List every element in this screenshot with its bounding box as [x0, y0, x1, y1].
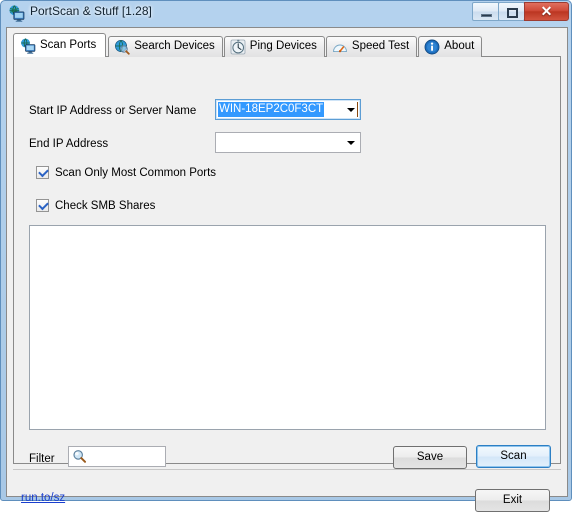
tab-search-devices[interactable]: Search Devices [108, 36, 223, 57]
end-ip-dropdown-button[interactable] [343, 133, 360, 152]
start-ip-combobox[interactable]: WIN-18EP2C0F3CT [215, 99, 361, 120]
chevron-down-icon [347, 108, 355, 112]
title-bar[interactable]: PortScan & Stuff [1.28] ✕ [1, 1, 572, 25]
save-button[interactable]: Save [393, 446, 467, 469]
tab-scan-ports[interactable]: Scan Ports [13, 33, 107, 57]
minimize-button[interactable] [472, 2, 499, 21]
restore-button[interactable] [498, 2, 525, 21]
close-icon: ✕ [540, 3, 553, 19]
checkbox-label: Scan Only Most Common Ports [55, 166, 217, 179]
info-circle-icon [424, 39, 440, 55]
restore-icon [507, 8, 518, 18]
search-icon [73, 450, 87, 463]
tab-page-scan-ports: Start IP Address or Server Name WIN-18EP… [13, 56, 561, 469]
checkbox-box[interactable] [36, 166, 49, 179]
chevron-down-icon [347, 141, 355, 145]
start-ip-dropdown-button[interactable] [343, 100, 360, 119]
checkbox-box[interactable] [36, 199, 49, 212]
filter-input[interactable] [68, 446, 166, 467]
tab-about[interactable]: About [418, 36, 483, 57]
tab-label: About [444, 40, 475, 53]
tab-strip: Scan Ports Search Devices Ping Devices S… [13, 33, 483, 57]
tab-label: Search Devices [134, 40, 215, 53]
start-ip-label: Start IP Address or Server Name [29, 105, 197, 117]
filter-label: Filter [29, 453, 55, 465]
end-ip-value [218, 135, 220, 150]
start-ip-value: WIN-18EP2C0F3CT [218, 102, 325, 117]
end-ip-combobox[interactable] [215, 132, 361, 153]
website-link[interactable]: run.to/sz [21, 492, 65, 504]
window-title: PortScan & Stuff [1.28] [30, 4, 152, 18]
scan-button[interactable]: Scan [476, 445, 551, 468]
tab-ping-devices[interactable]: Ping Devices [223, 36, 325, 57]
gauge-icon [332, 44, 347, 53]
monitor-globe-icon [21, 37, 36, 54]
checkbox-label: Check SMB Shares [55, 199, 156, 212]
scan-results-list[interactable] [29, 225, 546, 430]
network-computer-icon [9, 5, 25, 22]
end-ip-label: End IP Address [29, 138, 109, 150]
globe-magnifier-icon [115, 40, 130, 55]
tab-label: Speed Test [351, 40, 410, 53]
tab-label: Ping Devices [249, 40, 317, 53]
checkbox-check-smb-shares[interactable]: Check SMB Shares [36, 199, 155, 212]
checkbox-scan-only-common-ports[interactable]: Scan Only Most Common Ports [36, 166, 216, 179]
minimize-icon [481, 14, 492, 17]
client-area: Scan Ports Search Devices Ping Devices S… [6, 27, 568, 512]
footer-divider [13, 469, 561, 470]
window-controls: ✕ [472, 2, 569, 22]
stopwatch-icon [230, 39, 246, 55]
application-window: PortScan & Stuff [1.28] ✕ Scan Ports Sea… [0, 0, 572, 512]
tab-speed-test[interactable]: Speed Test [325, 36, 418, 57]
tab-label: Scan Ports [40, 38, 97, 51]
close-button[interactable]: ✕ [524, 2, 569, 21]
